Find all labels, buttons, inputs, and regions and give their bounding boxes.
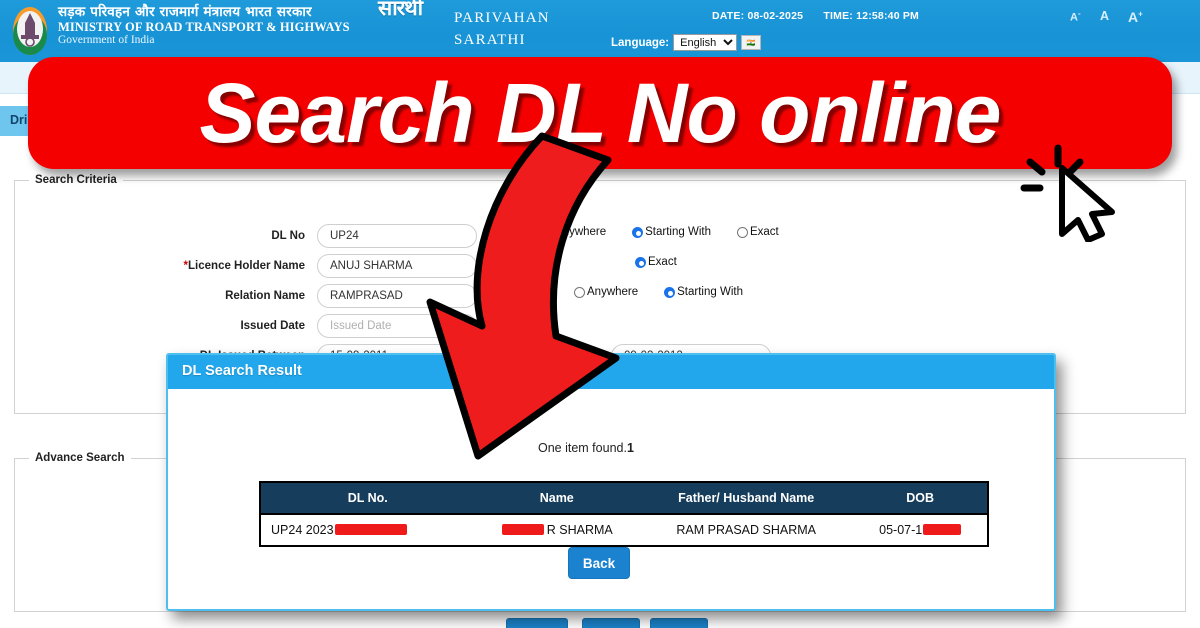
annotation-arrow <box>426 132 620 460</box>
sarathi-logo-mark: सारथी <box>378 0 423 19</box>
cell-name-text: R SHARMA <box>546 523 613 537</box>
form-cancel-button[interactable] <box>650 618 708 628</box>
radio-dl-starting-with[interactable]: Starting With <box>632 226 711 238</box>
ministry-name-english: MINISTRY OF ROAD TRANSPORT & HIGHWAYS <box>58 20 350 35</box>
ministry-title-block: सड़क परिवहन और राजमार्ग मंत्रालय भारत सर… <box>58 4 350 47</box>
form-action-buttons <box>0 618 1200 628</box>
time-label: TIME: <box>823 10 853 22</box>
radio-dl-exact[interactable]: Exact <box>736 226 779 238</box>
brand-wordmark: PARIVAHAN SARATHI <box>454 8 550 52</box>
match-options-relation: Exact <box>635 256 677 268</box>
radio-label-exact: Exact <box>749 226 779 238</box>
radio-circle-selected-icon <box>632 226 644 238</box>
indian-flag-icon: 🇮🇳 <box>741 35 762 50</box>
brand-parivahan: PARIVAHAN <box>454 10 550 26</box>
government-of-india-label: Government of India <box>58 34 155 47</box>
label-issued-date: Issued Date <box>240 320 305 332</box>
cell-dl-no-text: UP24 2023 <box>271 523 334 537</box>
date-value: 08-02-2025 <box>747 10 804 22</box>
cell-dob: 05-07-1 <box>853 513 988 546</box>
radio-label-starting-with: Starting With <box>677 286 743 298</box>
brand-sarathi: SARATHI <box>454 31 526 48</box>
ministry-name-hindi: सड़क परिवहन और राजमार्ग मंत्रालय भारत सर… <box>58 4 312 20</box>
font-decrease-button[interactable]: A- <box>1070 9 1081 24</box>
font-increase-button[interactable]: A+ <box>1128 9 1143 25</box>
radio-relation-exact[interactable]: Exact <box>635 256 677 268</box>
mouse-pointer-click-icon <box>1020 144 1115 242</box>
radio-circle-icon <box>736 226 748 238</box>
radio-circle-selected-icon <box>635 256 646 268</box>
sarathi-logo-devanagari: सारथी <box>378 0 423 20</box>
site-header: सड़क परिवहन और राजमार्ग मंत्रालय भारत सर… <box>0 0 1200 62</box>
redaction-bar <box>501 524 544 535</box>
label-licence-holder-name: *Licence Holder Name <box>183 260 305 272</box>
label-dl-no: DL No <box>271 230 305 242</box>
cell-father-husband-name: RAM PRASAD SHARMA <box>639 513 854 546</box>
search-criteria-legend: Search Criteria <box>35 174 117 186</box>
form-reset-button[interactable] <box>582 618 640 628</box>
language-select[interactable]: English <box>673 34 738 51</box>
back-button[interactable]: Back <box>568 547 630 579</box>
language-label: Language: <box>611 36 670 49</box>
label-relation-name: Relation Name <box>225 290 305 302</box>
date-label: DATE: <box>712 10 745 22</box>
national-emblem-icon <box>13 7 47 55</box>
radio-label-starting-with: Starting With <box>645 226 711 238</box>
form-submit-button[interactable] <box>506 618 568 628</box>
date-time-display: DATE: 08-02-2025 TIME: 12:58:40 PM <box>712 10 919 22</box>
cell-dob-text: 05-07-1 <box>879 523 923 537</box>
radio-label-exact: Exact <box>648 256 677 268</box>
column-dob: DOB <box>853 482 988 514</box>
radio-name-starting-with[interactable]: Starting With <box>664 286 743 298</box>
font-normal-button[interactable]: A <box>1100 9 1109 23</box>
redaction-bar <box>923 524 962 535</box>
column-father-husband-name: Father/ Husband Name <box>639 482 854 514</box>
advance-search-legend: Advance Search <box>35 452 125 464</box>
redaction-bar <box>334 524 407 535</box>
font-decrease-label: A <box>1070 11 1078 24</box>
font-increase-label: A <box>1128 9 1139 25</box>
language-selector-group[interactable]: Language: English 🇮🇳 <box>611 34 762 51</box>
radio-circle-selected-icon <box>664 286 676 298</box>
time-value: 12:58:40 PM <box>856 10 920 22</box>
